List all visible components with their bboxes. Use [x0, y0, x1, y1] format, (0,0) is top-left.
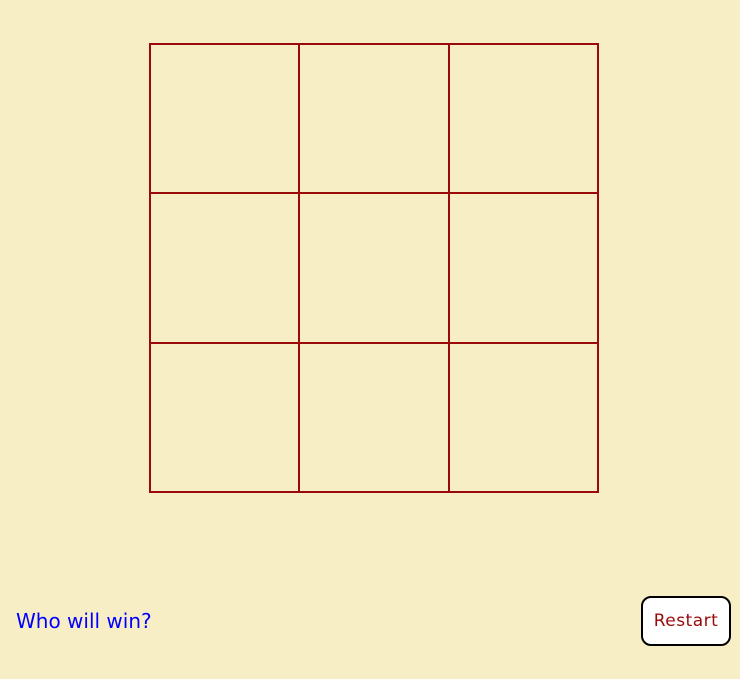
board-cell-6[interactable] [448, 193, 598, 343]
board-cell-2[interactable] [299, 44, 449, 194]
board-cell-7[interactable] [150, 342, 300, 492]
game-status: Who will win? [16, 609, 152, 633]
board-cell-8[interactable] [299, 342, 449, 492]
game-board [149, 43, 599, 493]
board-cell-1[interactable] [150, 44, 300, 194]
restart-button[interactable]: Restart [641, 596, 731, 646]
board-cell-3[interactable] [448, 44, 598, 194]
board-cell-5[interactable] [299, 193, 449, 343]
board-cell-4[interactable] [150, 193, 300, 343]
board-cell-9[interactable] [448, 342, 598, 492]
